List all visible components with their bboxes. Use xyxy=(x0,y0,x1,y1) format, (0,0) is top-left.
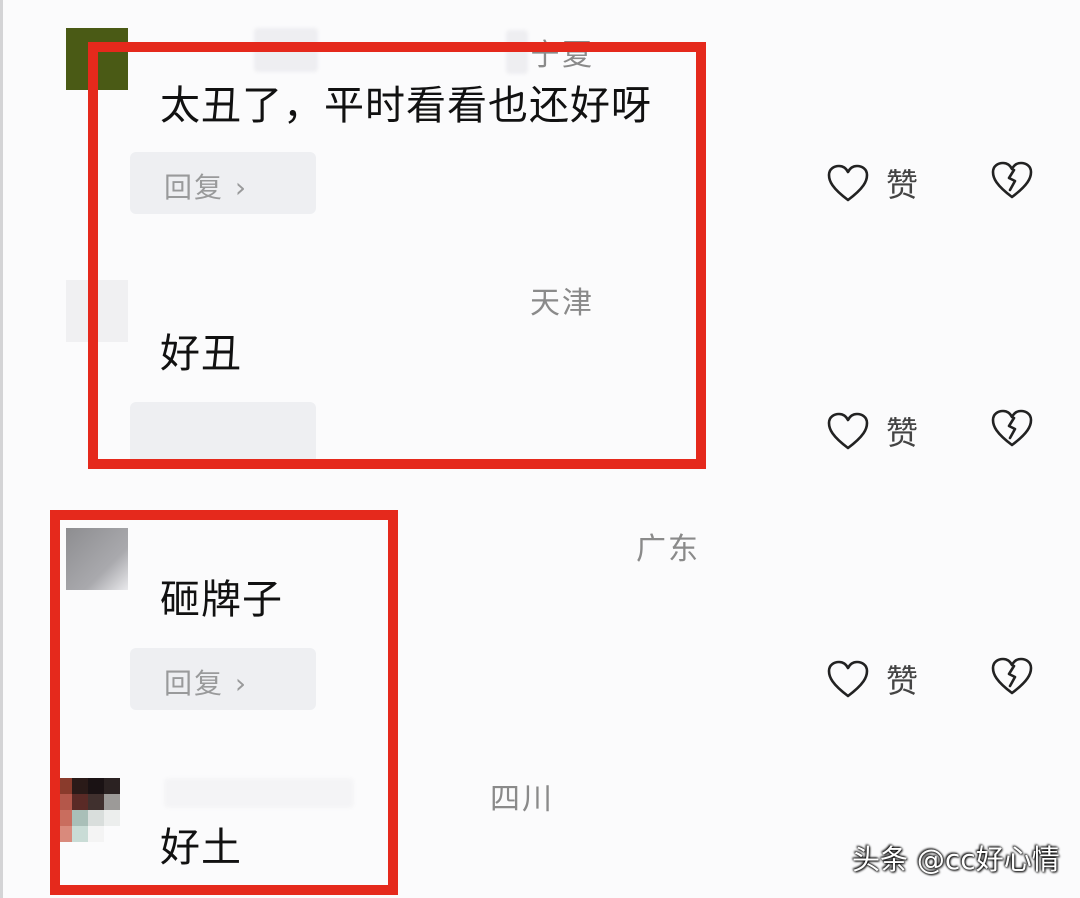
dislike-button[interactable] xyxy=(990,656,1034,700)
broken-heart-icon xyxy=(991,657,1033,695)
heart-outline-icon xyxy=(827,164,869,202)
like-button[interactable]: 赞 xyxy=(826,160,918,206)
like-button[interactable]: 赞 xyxy=(826,656,918,702)
highlight-box xyxy=(50,510,398,895)
heart-outline-icon xyxy=(827,412,869,450)
like-label: 赞 xyxy=(886,166,919,204)
location-label: 广东 xyxy=(636,532,700,567)
broken-heart-icon xyxy=(991,409,1033,447)
heart-outline-icon xyxy=(827,660,869,698)
broken-heart-icon xyxy=(991,161,1033,199)
dislike-button[interactable] xyxy=(990,160,1034,204)
like-label: 赞 xyxy=(886,414,919,452)
highlight-box xyxy=(88,42,706,469)
dislike-button[interactable] xyxy=(990,408,1034,452)
location-label: 四川 xyxy=(490,782,554,817)
like-label: 赞 xyxy=(886,662,919,700)
watermark: 头条 @cc好心情 xyxy=(852,843,1060,876)
like-button[interactable]: 赞 xyxy=(826,408,918,454)
